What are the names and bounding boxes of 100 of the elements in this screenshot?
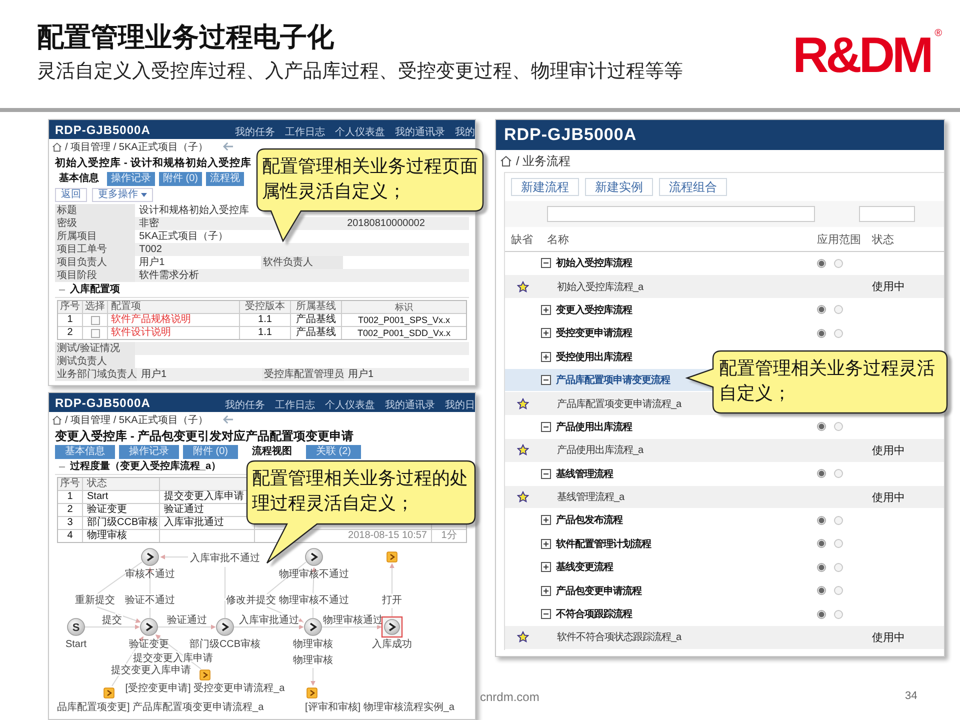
process-group-name[interactable]: 变更入受控库流程 <box>556 302 632 317</box>
radio-button[interactable] <box>817 469 826 478</box>
end-node[interactable] <box>381 616 403 638</box>
collapse-icon[interactable] <box>541 468 551 479</box>
tree-row[interactable]: 受控变更申请流程 <box>505 322 944 346</box>
edge-label: 验证通过 <box>167 615 207 626</box>
action-button[interactable]: 返回 <box>55 188 87 202</box>
subprocess-node[interactable] <box>386 552 398 562</box>
nav-link[interactable]: 工作日志 <box>285 125 325 139</box>
toolbar-button[interactable]: 新建实例 <box>585 178 653 196</box>
subprocess-node[interactable] <box>306 688 318 698</box>
radio-button[interactable] <box>834 328 843 338</box>
tree-row[interactable]: 基线变更流程 <box>505 556 944 580</box>
radio-button[interactable] <box>817 328 826 338</box>
nav-link[interactable]: 个人仪表盘 <box>335 125 385 139</box>
radio-button[interactable] <box>817 516 826 525</box>
toolbar-button[interactable]: 新建流程 <box>511 178 579 196</box>
step-node[interactable] <box>216 618 234 636</box>
expand-icon[interactable] <box>541 562 551 572</box>
process-instance-name[interactable]: 基线管理流程_a <box>541 490 624 504</box>
nav-link[interactable]: 工作日志 <box>275 398 315 412</box>
step-node[interactable] <box>141 548 159 566</box>
radio-button[interactable] <box>817 610 826 619</box>
radio-button[interactable] <box>817 258 826 268</box>
process-group-name[interactable]: 产品使用出库流程 <box>556 420 632 434</box>
edge-label: 物理审核 <box>293 655 333 666</box>
process-group-name[interactable]: 基线管理流程 <box>556 466 613 481</box>
step-node[interactable] <box>304 618 322 636</box>
expand-icon[interactable] <box>541 328 551 338</box>
collapse-icon[interactable] <box>541 258 551 268</box>
node-label: 部门级CCB审核 <box>189 639 261 650</box>
process-instance-name[interactable]: 软件不符合项状态跟踪流程_a <box>541 630 682 644</box>
radio-button[interactable] <box>834 516 843 525</box>
process-group-name[interactable]: 软件配置管理计划流程 <box>556 536 651 551</box>
collapse-icon[interactable] <box>541 422 551 432</box>
process-group-name[interactable]: 受控使用出库流程 <box>556 350 632 364</box>
node-label: 验证变更 <box>129 639 169 650</box>
process-group-name[interactable]: 产品包发布流程 <box>556 513 622 528</box>
radio-button[interactable] <box>834 258 843 268</box>
step-node[interactable] <box>305 548 323 566</box>
subprocess-node[interactable] <box>200 670 210 680</box>
process-group-name[interactable]: 基线变更流程 <box>556 560 613 574</box>
radio-button[interactable] <box>834 586 843 596</box>
nav-link[interactable]: 我的通讯录 <box>395 125 445 139</box>
checkbox[interactable] <box>90 328 100 338</box>
process-group-name[interactable]: 受控变更申请流程 <box>556 326 632 340</box>
step-node[interactable] <box>140 618 158 636</box>
table-cell[interactable]: 软件设计说明 <box>107 327 239 339</box>
process-instance-name[interactable]: 产品库配置项变更申请流程_a <box>541 396 682 411</box>
nav-link[interactable]: 我的日 <box>445 398 475 412</box>
expand-icon[interactable] <box>541 352 551 362</box>
expand-icon[interactable] <box>541 586 551 596</box>
column-header: 序号 <box>59 478 81 490</box>
status-filter-field[interactable] <box>859 206 915 222</box>
home-icon[interactable] <box>52 414 62 424</box>
radio-button[interactable] <box>834 305 843 314</box>
field-label: 项目负责人 <box>55 256 136 269</box>
nav-link[interactable]: 我的任务 <box>235 125 275 139</box>
tree-row[interactable]: 产品包变更申请流程 <box>505 579 944 603</box>
radio-button[interactable] <box>834 610 843 619</box>
checkbox[interactable] <box>90 316 100 324</box>
subprocess-node[interactable] <box>104 688 114 698</box>
tree-row[interactable]: 变更入受控库流程 <box>505 298 944 322</box>
nav-link[interactable]: 我的通讯录 <box>385 398 435 412</box>
expand-icon[interactable] <box>541 515 551 526</box>
table-cell: 产品基线 <box>290 314 341 326</box>
radio-button[interactable] <box>817 422 826 432</box>
nav-link[interactable]: 我的 <box>455 125 475 139</box>
expand-icon[interactable] <box>541 304 551 315</box>
start-node[interactable]: S <box>67 618 85 636</box>
toolbar-button[interactable]: 流程组合 <box>659 178 727 196</box>
edge-label: 物理审核通过 <box>323 615 383 626</box>
radio-button[interactable] <box>834 469 843 478</box>
process-instance-name[interactable]: 产品使用出库流程_a <box>541 443 644 458</box>
action-button[interactable]: 更多操作 <box>92 188 153 202</box>
table-cell[interactable]: 软件产品规格说明 <box>107 314 239 326</box>
column-header: 状态 <box>872 232 895 246</box>
field-value: 用户1 <box>140 368 168 381</box>
radio-button[interactable] <box>834 539 843 548</box>
tree-row[interactable]: 产品包发布流程 <box>505 509 944 533</box>
process-group-name[interactable]: 初始入受控库流程 <box>556 256 632 270</box>
nav-link[interactable]: 我的任务 <box>225 398 265 412</box>
expand-icon[interactable] <box>541 538 551 549</box>
home-icon[interactable] <box>52 142 62 152</box>
radio-button[interactable] <box>817 562 826 572</box>
nav-link[interactable]: 个人仪表盘 <box>325 398 375 412</box>
radio-button[interactable] <box>817 539 826 548</box>
radio-button[interactable] <box>834 562 843 572</box>
tree-row[interactable]: 软件配置管理计划流程 <box>505 532 944 556</box>
name-filter-field[interactable] <box>547 206 815 222</box>
home-icon[interactable] <box>500 155 512 167</box>
process-instance-name[interactable]: 初始入受控库流程_a <box>541 280 644 294</box>
process-group-name[interactable]: 产品库配置项申请变更流程 <box>556 373 670 388</box>
radio-button[interactable] <box>817 305 826 314</box>
radio-button[interactable] <box>817 586 826 596</box>
radio-button[interactable] <box>834 422 843 432</box>
process-group-name[interactable]: 产品包变更申请流程 <box>556 584 642 598</box>
collapse-icon[interactable] <box>541 609 551 620</box>
process-group-name[interactable]: 不符合项跟踪流程 <box>556 607 632 622</box>
collapse-icon[interactable] <box>541 375 551 386</box>
